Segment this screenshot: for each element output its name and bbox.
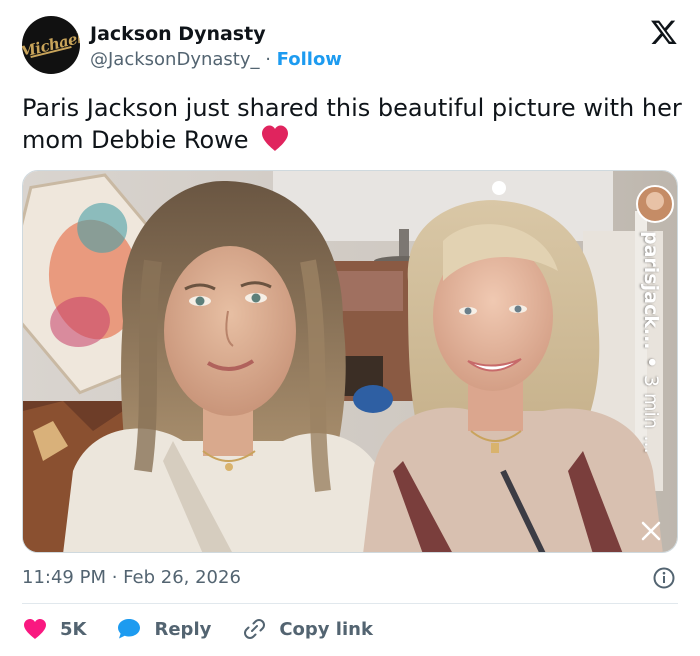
tweet-embed: Michael Jackson Dynasty @JacksonDynasty_… <box>0 0 700 656</box>
timestamp-separator: · <box>105 567 124 588</box>
heart-emoji-icon <box>262 125 289 151</box>
story-dot: • <box>640 356 662 369</box>
tweet-photo[interactable]: parisjack... • 3 min ... <box>22 170 678 553</box>
like-button[interactable]: 5K <box>22 617 86 641</box>
tweet-time[interactable]: 11:49 PM <box>22 567 106 588</box>
follow-button[interactable]: Follow <box>277 49 342 70</box>
display-name[interactable]: Jackson Dynasty <box>90 22 266 46</box>
tweet-timestamp[interactable]: 11:49 PM · Feb 26, 2026 <box>22 566 241 590</box>
story-close-icon[interactable] <box>639 519 663 543</box>
photo-canvas <box>23 171 677 552</box>
story-username[interactable]: parisjack... <box>640 231 662 350</box>
tweet-text: Paris Jackson just shared this beautiful… <box>22 94 682 154</box>
copy-link-label: Copy link <box>279 618 373 640</box>
x-logo-icon[interactable] <box>650 18 678 46</box>
action-bar: 5K Reply Copy link <box>22 614 403 644</box>
handle-row: @JacksonDynasty_ · Follow <box>90 48 342 72</box>
handle-separator: · <box>259 49 277 70</box>
handle[interactable]: @JacksonDynasty_ <box>90 49 260 70</box>
reply-button[interactable]: Reply <box>116 617 211 641</box>
story-time: 3 min <box>640 374 662 429</box>
tweet-text-container: Paris Jackson just shared this beautiful… <box>22 92 682 156</box>
story-more[interactable]: ... <box>640 436 662 454</box>
avatar[interactable]: Michael <box>22 16 80 74</box>
copy-link-button[interactable]: Copy link <box>241 617 373 641</box>
like-count: 5K <box>60 618 87 640</box>
reply-label: Reply <box>154 618 212 640</box>
info-icon[interactable] <box>652 566 676 590</box>
heart-icon <box>24 619 46 639</box>
reply-bubble-icon <box>118 619 141 639</box>
divider <box>22 603 678 604</box>
tweet-date[interactable]: Feb 26, 2026 <box>123 567 241 588</box>
story-username-overlay: parisjack... • 3 min ... <box>630 231 662 531</box>
link-icon <box>244 619 266 639</box>
